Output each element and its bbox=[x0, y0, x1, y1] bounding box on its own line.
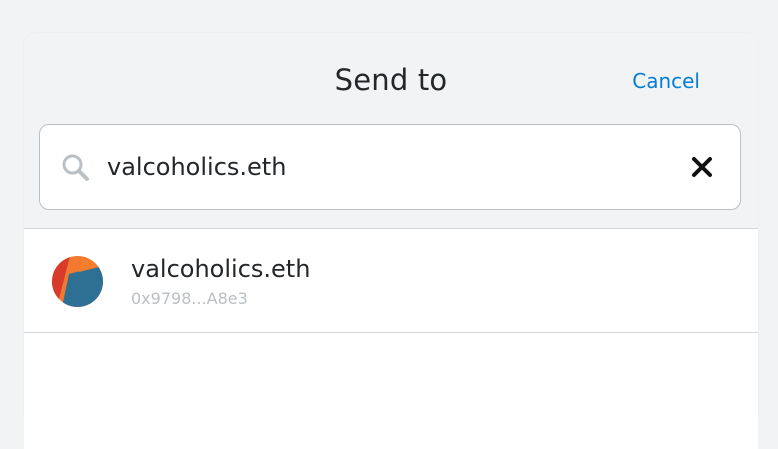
search-icon bbox=[60, 152, 90, 182]
recipient-search-field[interactable] bbox=[39, 124, 741, 210]
recipient-results-list: valcoholics.eth 0x9798...A8e3 bbox=[24, 229, 758, 449]
recipient-name: valcoholics.eth bbox=[131, 255, 311, 283]
search-input[interactable] bbox=[107, 145, 667, 189]
jazzicon-avatar-icon bbox=[52, 256, 103, 307]
close-icon[interactable] bbox=[690, 155, 714, 179]
recipient-result-item[interactable]: valcoholics.eth 0x9798...A8e3 bbox=[24, 229, 758, 333]
send-header: Send to Cancel bbox=[24, 33, 758, 125]
cancel-button[interactable]: Cancel bbox=[632, 69, 700, 93]
recipient-address: 0x9798...A8e3 bbox=[131, 289, 248, 308]
send-to-panel: Send to Cancel valcoholics.eth valcoholi… bbox=[24, 33, 758, 449]
